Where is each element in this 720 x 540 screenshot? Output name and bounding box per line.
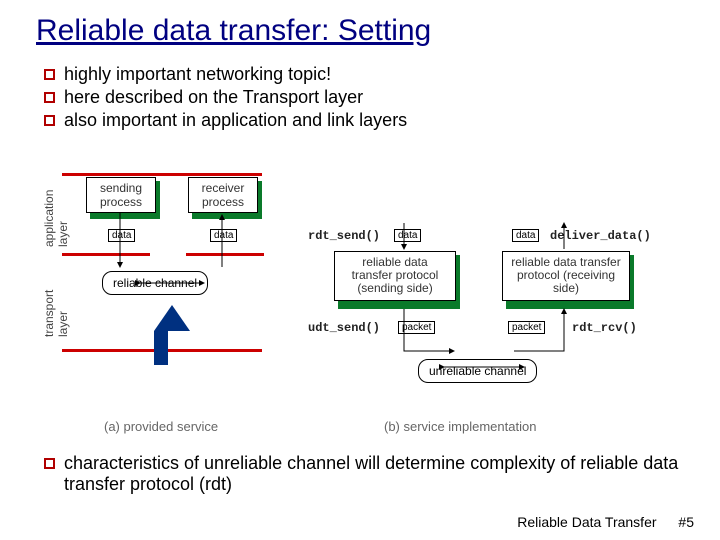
footer-label: Reliable Data Transfer	[517, 514, 656, 530]
square-bullet-icon	[44, 69, 55, 80]
receiver-process-box: receiver process	[188, 177, 258, 213]
bullet-item: here described on the Transport layer	[44, 87, 720, 108]
bullet-text: here described on the Transport layer	[64, 87, 363, 108]
bullet-list: highly important networking topic! here …	[0, 56, 720, 131]
footer: Reliable Data Transfer #5	[517, 514, 694, 530]
square-bullet-icon	[44, 115, 55, 126]
sending-process-box: sending process	[86, 177, 156, 213]
arrow-set	[84, 211, 264, 301]
diagram-area: application layer transport layer sendin…	[44, 175, 684, 453]
layer-label-transport: transport layer	[42, 267, 70, 337]
square-bullet-icon	[44, 92, 55, 103]
page-number: #5	[678, 514, 694, 530]
bullet-text: also important in application and link l…	[64, 110, 407, 131]
bullet-item: characteristics of unreliable channel wi…	[44, 453, 680, 496]
bullet-item: also important in application and link l…	[44, 110, 720, 131]
red-separator	[62, 173, 262, 176]
layer-label-application: application layer	[42, 177, 70, 247]
bullet-text: highly important networking topic!	[64, 64, 331, 85]
caption-a: (a) provided service	[104, 419, 218, 434]
square-bullet-icon	[44, 458, 55, 469]
slide-title: Reliable data transfer: Setting	[0, 0, 720, 56]
bullet-item: highly important networking topic!	[44, 64, 720, 85]
arrow-set-right	[334, 219, 654, 379]
bullet-text: characteristics of unreliable channel wi…	[64, 453, 680, 496]
caption-b: (b) service implementation	[384, 419, 536, 434]
